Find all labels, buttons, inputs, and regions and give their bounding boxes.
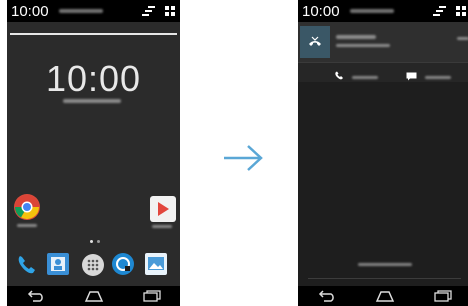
shade-divider: [308, 278, 461, 279]
phone-icon[interactable]: [16, 254, 38, 276]
contacts-icon[interactable]: [47, 253, 69, 275]
message-label: [425, 75, 451, 79]
lock-screen-date: [63, 99, 121, 103]
apps-icon[interactable]: [82, 254, 104, 276]
navigation-bar: [7, 286, 180, 306]
notification-actions: [298, 62, 468, 82]
status-bar: 10:00: [7, 0, 180, 22]
arrow-right-icon: [222, 143, 264, 178]
back-icon[interactable]: [318, 290, 336, 302]
status-time: 10:00: [11, 2, 49, 20]
missed-call-icon: [300, 26, 330, 58]
page-indicator: [90, 240, 100, 243]
page-dot: [90, 240, 93, 243]
recents-icon[interactable]: [433, 290, 452, 302]
status-bar: 10:00: [298, 0, 468, 22]
status-icons: [142, 5, 176, 17]
grid-icon: [456, 5, 467, 17]
home-icon[interactable]: [375, 290, 395, 302]
notification-shade-phone: 10:00: [298, 0, 468, 306]
status-icons: [433, 5, 467, 17]
chrome-label: [17, 224, 37, 227]
home-icon[interactable]: [84, 290, 104, 302]
blurred-notification-text: [349, 9, 394, 13]
shade-hint-text: [358, 263, 412, 266]
lock-screen-clock: 10:00: [45, 58, 142, 99]
call-back-label: [352, 75, 378, 79]
notification-subtitle: [336, 44, 390, 47]
status-time: 10:00: [302, 2, 340, 20]
browser-icon[interactable]: [112, 253, 134, 275]
play-store-label: [152, 225, 172, 228]
grid-icon: [165, 5, 176, 17]
notification-shade-background: [298, 82, 468, 286]
signal-icon: [433, 5, 446, 17]
chrome-icon[interactable]: [14, 194, 40, 220]
play-store-icon[interactable]: [150, 196, 176, 222]
blurred-notification-text: [58, 9, 103, 13]
notification-pull-bar[interactable]: [10, 33, 177, 35]
notification-title: [336, 35, 376, 39]
lock-screen-phone: 10:00 10:00: [7, 0, 180, 306]
gallery-icon[interactable]: [145, 253, 167, 275]
page-dot: [97, 240, 100, 243]
recents-icon[interactable]: [142, 290, 161, 302]
signal-icon: [142, 5, 155, 17]
notification-time: [457, 37, 468, 40]
back-icon[interactable]: [27, 290, 45, 302]
navigation-bar: [298, 286, 468, 306]
